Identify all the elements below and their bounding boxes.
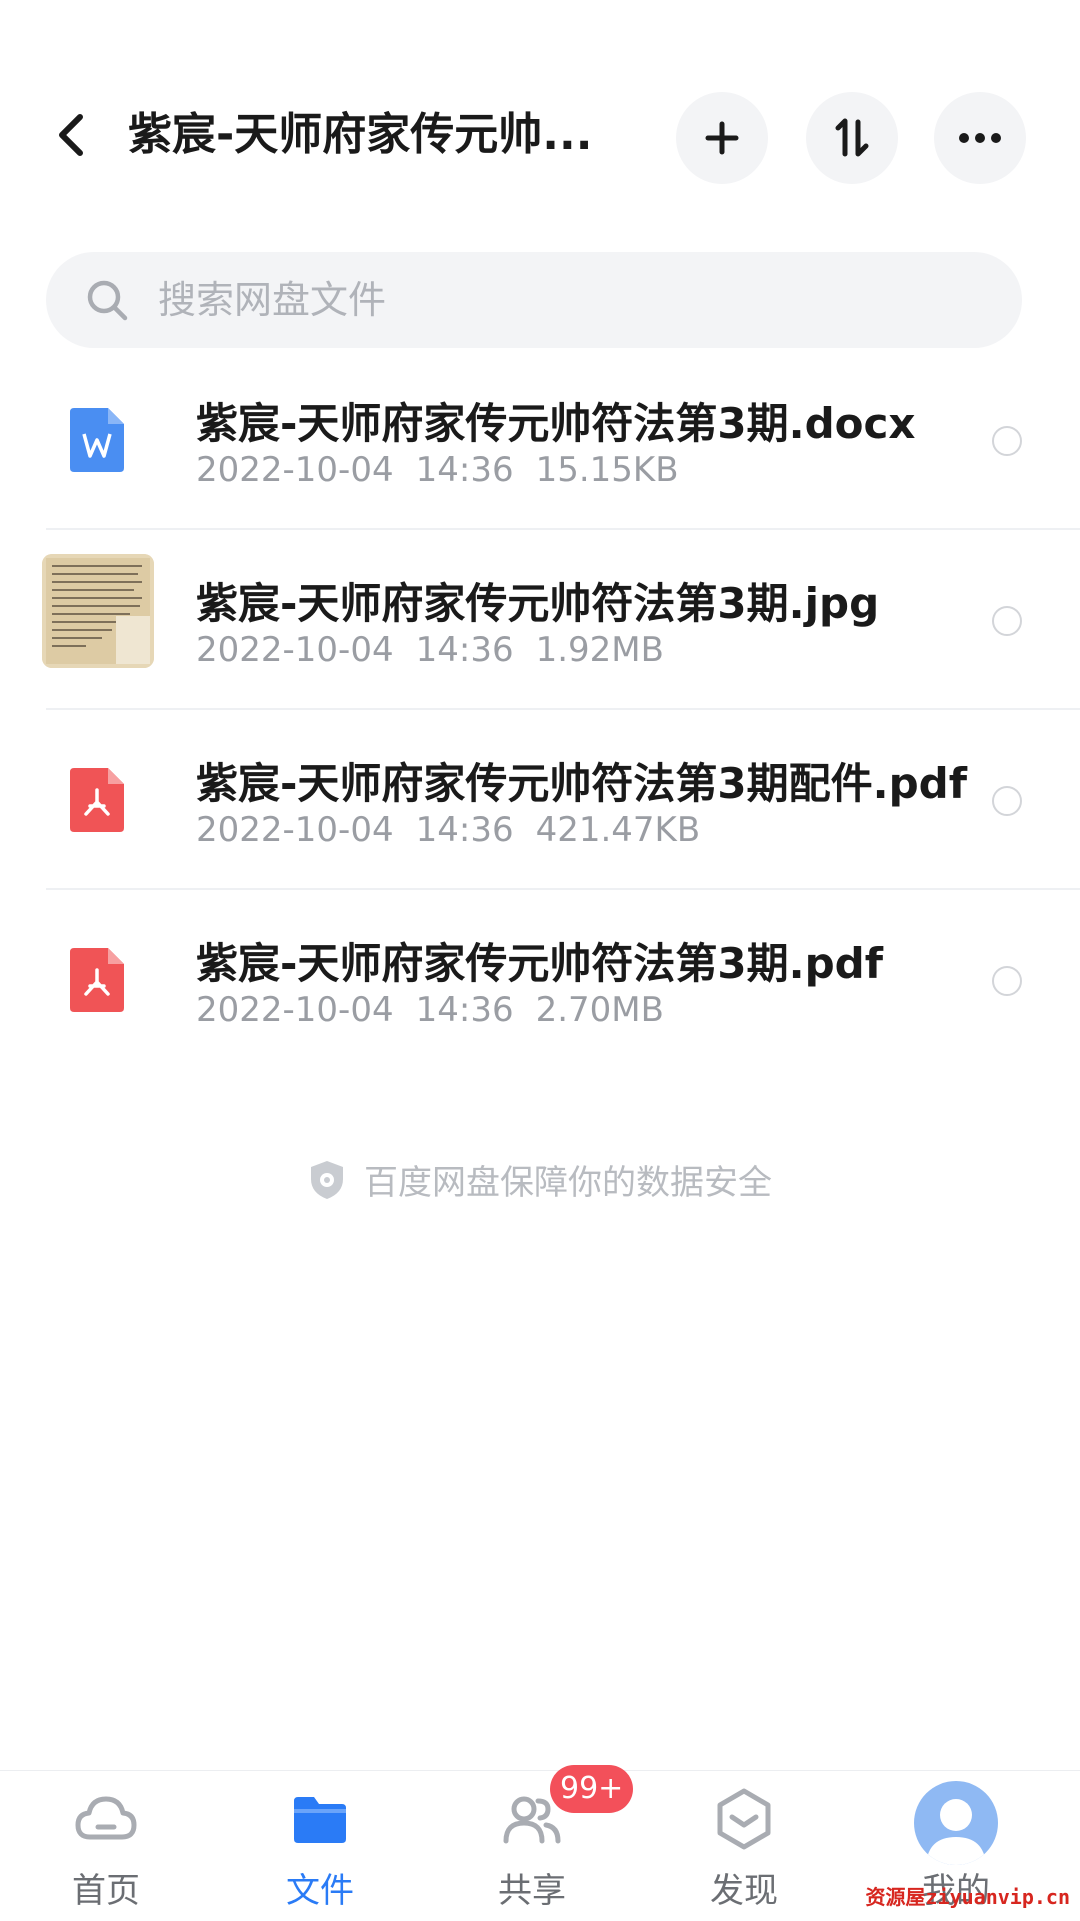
plus-icon — [705, 121, 739, 155]
file-name: 紫宸-天师府家传元帅符法第3期配件.pdf — [196, 759, 968, 808]
file-size: 2.70MB — [535, 990, 664, 1030]
chevron-left-icon — [59, 114, 83, 156]
select-checkbox[interactable] — [992, 786, 1022, 816]
pdf-icon — [70, 948, 124, 1012]
file-row[interactable]: 紫宸-天师府家传元帅符法第3期.pdf 2022-10-04 14:36 2.70M… — [46, 890, 1080, 1068]
file-name: 紫宸-天师府家传元帅符法第3期.pdf — [196, 939, 884, 988]
more-button[interactable] — [934, 92, 1026, 184]
top-bar: 紫宸-天师府家传元帅... — [0, 0, 1080, 230]
nav-files[interactable]: 文件 — [220, 1771, 420, 1921]
file-date: 2022-10-04 — [196, 450, 394, 490]
file-size: 15.15KB — [535, 450, 679, 490]
file-name: 紫宸-天师府家传元帅符法第3期.jpg — [196, 579, 880, 628]
file-row[interactable]: 紫宸-天师府家传元帅符法第3期配件.pdf 2022-10-04 14:36 421… — [46, 710, 1080, 890]
file-meta: 2022-10-04 14:36 2.70MB — [196, 990, 686, 1030]
file-size: 1.92MB — [535, 630, 664, 670]
file-row[interactable]: 紫宸-天师府家传元帅符法第3期.jpg 2022-10-04 14:36 1.92M… — [42, 530, 1080, 710]
file-time: 14:36 — [415, 450, 514, 490]
shield-icon — [311, 1160, 343, 1199]
file-date: 2022-10-04 — [196, 630, 394, 670]
file-time: 14:36 — [415, 990, 514, 1030]
cloud-icon — [75, 1796, 137, 1840]
security-note: 百度网盘保障你的数据安全 — [0, 1155, 1080, 1204]
security-text: 百度网盘保障你的数据安全 — [364, 1163, 772, 1203]
image-thumbnail — [42, 554, 154, 668]
discover-icon — [717, 1788, 771, 1850]
file-row[interactable]: 紫宸-天师府家传元帅符法第3期.docx 2022-10-04 14:36 15.1… — [46, 350, 1080, 530]
nav-label: 共享 — [498, 1871, 566, 1911]
file-size: 421.47KB — [535, 810, 701, 850]
file-meta: 2022-10-04 14:36 1.92MB — [196, 630, 686, 670]
notification-badge: 99+ — [550, 1765, 634, 1813]
file-time: 14:36 — [415, 630, 514, 670]
sort-button[interactable] — [806, 92, 898, 184]
back-button[interactable] — [46, 105, 96, 165]
watermark: 资源屋ziyuanvip.cn — [865, 1885, 1071, 1909]
file-date: 2022-10-04 — [196, 990, 394, 1030]
file-meta: 2022-10-04 14:36 421.47KB — [196, 810, 722, 850]
nav-label: 首页 — [72, 1871, 140, 1911]
add-button[interactable] — [676, 92, 768, 184]
nav-discover[interactable]: 发现 — [644, 1771, 844, 1921]
search-input[interactable] — [156, 277, 960, 323]
word-doc-icon — [70, 408, 124, 472]
search-icon — [87, 280, 128, 321]
file-list: 紫宸-天师府家传元帅符法第3期.docx 2022-10-04 14:36 15.1… — [0, 350, 1080, 1068]
more-icon — [959, 133, 1001, 143]
sort-icon — [835, 118, 869, 157]
nav-share[interactable]: 99+ 共享 — [432, 1765, 634, 1921]
nav-home[interactable]: 首页 — [6, 1771, 206, 1921]
file-time: 14:36 — [415, 810, 514, 850]
avatar-icon — [914, 1781, 998, 1865]
nav-label: 文件 — [286, 1871, 354, 1911]
select-checkbox[interactable] — [992, 966, 1022, 996]
select-checkbox[interactable] — [992, 426, 1022, 456]
page-title: 紫宸-天师府家传元帅... — [128, 109, 593, 160]
file-date: 2022-10-04 — [196, 810, 394, 850]
file-name: 紫宸-天师府家传元帅符法第3期.docx — [196, 399, 916, 448]
folder-icon — [294, 1797, 346, 1843]
search-bar[interactable] — [46, 252, 1022, 348]
select-checkbox[interactable] — [992, 606, 1022, 636]
pdf-icon — [70, 768, 124, 832]
nav-label: 发现 — [710, 1871, 778, 1911]
file-meta: 2022-10-04 14:36 15.15KB — [196, 450, 701, 490]
